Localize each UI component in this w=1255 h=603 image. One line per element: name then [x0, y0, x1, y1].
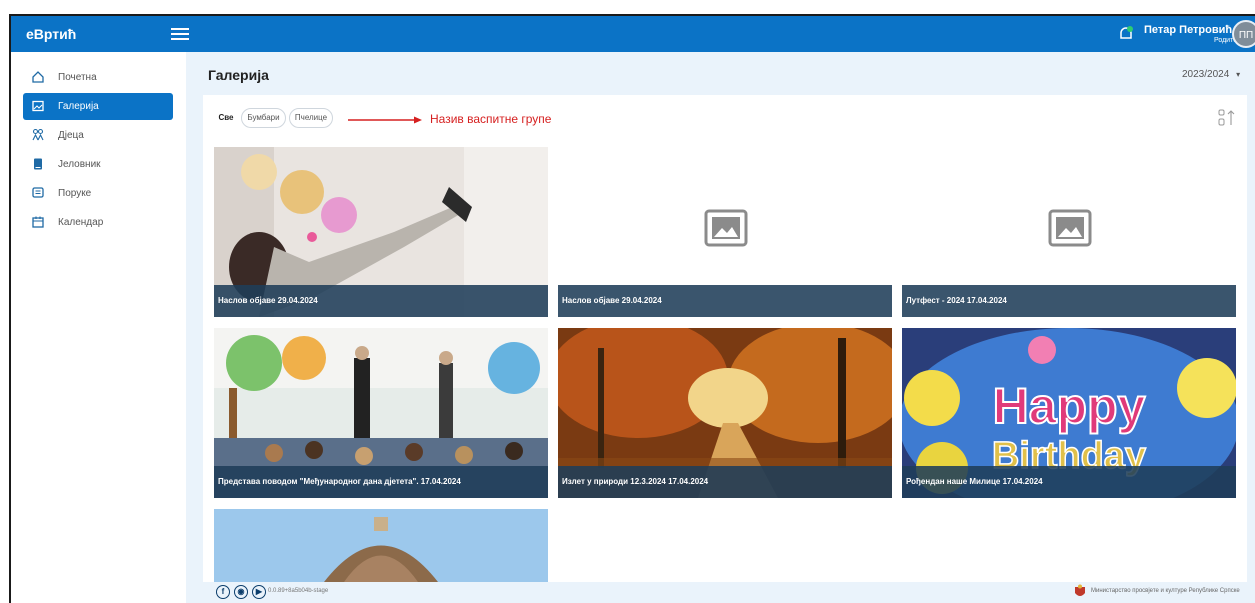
chevron-down-icon: ▾ — [1236, 70, 1241, 79]
gallery-caption: Наслов објаве 29.04.2024 — [562, 296, 662, 305]
sidebar-item-menu[interactable]: Јеловник — [23, 151, 173, 178]
sidebar-item-home[interactable]: Почетна — [23, 64, 173, 91]
page-title: Галерија — [208, 67, 269, 83]
image-placeholder-icon — [704, 209, 748, 247]
user-name[interactable]: Петар Петровић — [1144, 24, 1232, 36]
svg-text:Happy: Happy — [993, 378, 1146, 434]
sidebar-item-label: Почетна — [58, 72, 97, 83]
facebook-icon[interactable]: f — [216, 585, 230, 599]
sidebar-item-gallery[interactable]: Галерија — [23, 93, 173, 120]
hamburger-menu-icon[interactable] — [171, 25, 189, 43]
annotation-arrow-icon — [348, 116, 422, 124]
filter-chip-bumbari[interactable]: Бумбари — [241, 108, 286, 128]
sidebar-item-label: Јеловник — [58, 159, 101, 170]
app-logo[interactable]: eВртић — [26, 26, 76, 42]
cathedral-dome-photo — [214, 509, 548, 582]
app-version: 0.0.89+8a5b04b-stage — [268, 588, 329, 594]
gallery-caption-bar: Излет у природи 12.3.2024 17.04.2024 — [558, 466, 892, 498]
annotation-label: Назив васпитне групе — [430, 112, 552, 126]
gallery-caption: Лутфест - 2024 17.04.2024 — [906, 296, 1007, 305]
messages-icon — [32, 187, 44, 198]
sidebar-item-label: Галерија — [58, 101, 99, 112]
gallery-caption: Представа поводом "Међународног дана дје… — [218, 477, 461, 486]
filter-chip-all[interactable]: Све — [213, 108, 239, 128]
gallery-caption-bar: Лутфест - 2024 17.04.2024 — [902, 285, 1236, 317]
gallery-caption: Рођендан наше Милице 17.04.2024 — [906, 477, 1043, 486]
calendar-icon — [32, 216, 44, 228]
gallery-card[interactable]: Представа поводом "Међународног дана дје… — [214, 328, 548, 498]
avatar[interactable]: ПП — [1232, 20, 1255, 48]
gallery-card[interactable]: Лутфест - 2024 17.04.2024 — [902, 147, 1236, 317]
sidebar-item-label: Дјеца — [58, 130, 84, 141]
gallery-icon — [32, 100, 44, 112]
app-window: eВртић Петар Петровић Родитељ ПП Почетна… — [9, 14, 1255, 603]
gallery-card[interactable]: Излет у природи 12.3.2024 17.04.2024 — [558, 328, 892, 498]
sidebar: Почетна Галерија Дјеца Јеловник Поруке К… — [11, 52, 186, 603]
gallery-caption-bar: Рођендан наше Милице 17.04.2024 — [902, 466, 1236, 498]
instagram-icon[interactable]: ◉ — [234, 585, 248, 599]
menu-book-icon — [34, 158, 42, 170]
gallery-card[interactable]: Happy Birthday Рођендан наше Милице 17.0… — [902, 328, 1236, 498]
sidebar-item-calendar[interactable]: Календар — [23, 209, 173, 236]
youtube-icon[interactable]: ▶ — [252, 585, 266, 599]
footer: f ◉ ▶ 0.0.89+8a5b04b-stage Министарство … — [203, 582, 1255, 603]
filter-chip-pcelice[interactable]: Пчелице — [289, 108, 333, 128]
gallery-card[interactable]: Наслов објаве 29.04.2024 — [214, 147, 548, 317]
gallery-caption: Излет у природи 12.3.2024 17.04.2024 — [562, 477, 709, 486]
sidebar-item-messages[interactable]: Поруке — [23, 180, 173, 207]
children-icon — [32, 128, 44, 141]
sidebar-item-label: Поруке — [58, 188, 92, 199]
sidebar-item-children[interactable]: Дјеца — [23, 122, 173, 149]
image-placeholder-icon — [1048, 209, 1092, 247]
school-year-value: 2023/2024 — [1182, 69, 1230, 80]
notification-bell-icon[interactable] — [1117, 25, 1135, 43]
top-bar: eВртић Петар Петровић Родитељ ПП — [11, 16, 1255, 52]
gallery-caption: Наслов објаве 29.04.2024 — [218, 296, 318, 305]
gallery-caption-bar: Наслов објаве 29.04.2024 — [558, 285, 892, 317]
gallery-card[interactable] — [214, 509, 548, 582]
coat-of-arms-icon — [1075, 584, 1085, 596]
home-icon — [32, 71, 44, 83]
school-year-select[interactable]: 2023/2024 ▾ — [1182, 69, 1240, 80]
sort-icon[interactable] — [1218, 108, 1236, 128]
gallery-card[interactable]: Наслов објаве 29.04.2024 — [558, 147, 892, 317]
gallery-caption-bar: Наслов објаве 29.04.2024 — [214, 285, 548, 317]
ministry-label: Министарство просвјете и културе Републи… — [1091, 588, 1240, 594]
sidebar-item-label: Календар — [58, 217, 104, 228]
gallery-caption-bar: Представа поводом "Међународног дана дје… — [214, 466, 548, 498]
